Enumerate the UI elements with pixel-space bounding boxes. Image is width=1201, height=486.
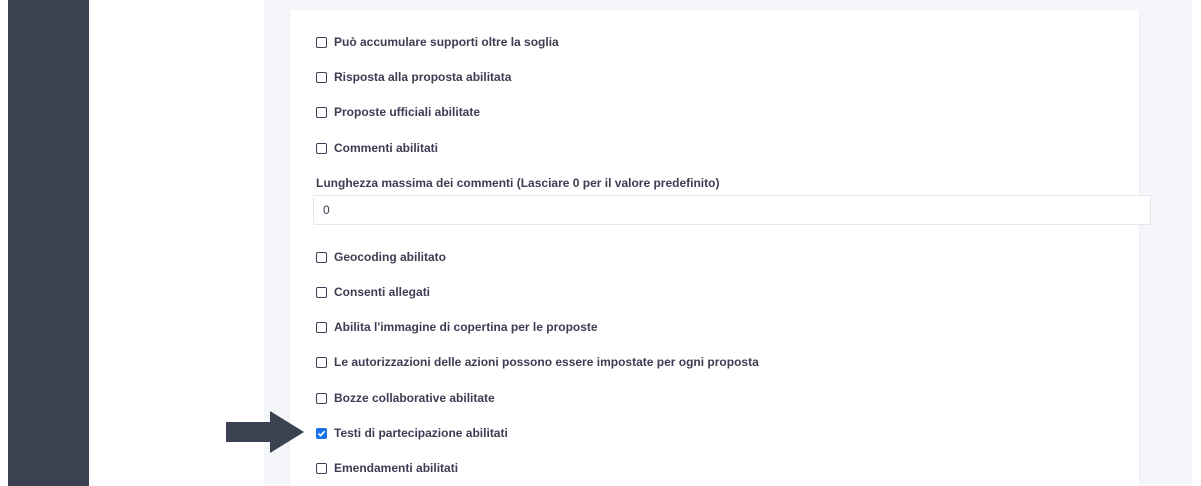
- option-official-proposals[interactable]: Proposte ufficiali abilitate: [316, 104, 480, 120]
- option-label: Emendamenti abilitati: [334, 461, 459, 475]
- option-label: Commenti abilitati: [334, 141, 439, 155]
- checkbox[interactable]: [316, 251, 327, 263]
- sidebar: [8, 0, 89, 486]
- option-participatory-texts[interactable]: Testi di partecipazione abilitati: [316, 425, 508, 441]
- checkbox[interactable]: [316, 286, 327, 298]
- option-label: Consenti allegati: [334, 285, 431, 299]
- option-action-permissions[interactable]: Le autorizzazioni delle azioni possono e…: [316, 354, 759, 370]
- option-label: Bozze collaborative abilitate: [334, 391, 495, 405]
- option-label: Le autorizzazioni delle azioni possono e…: [334, 355, 759, 369]
- checkbox[interactable]: [316, 106, 327, 118]
- option-can-accumulate-supports[interactable]: Può accumulare supporti oltre la soglia: [316, 34, 559, 50]
- option-label: Abilita l'immagine di copertina per le p…: [334, 320, 598, 334]
- checkbox[interactable]: [316, 462, 327, 474]
- checkbox[interactable]: [316, 71, 327, 83]
- option-collaborative-drafts[interactable]: Bozze collaborative abilitate: [316, 390, 495, 406]
- option-label: Geocoding abilitato: [334, 250, 447, 264]
- checkbox[interactable]: [316, 392, 327, 404]
- checkbox[interactable]: [316, 356, 327, 368]
- option-geocoding[interactable]: Geocoding abilitato: [316, 249, 446, 265]
- option-cover-image[interactable]: Abilita l'immagine di copertina per le p…: [316, 319, 598, 335]
- option-label: Risposta alla proposta abilitata: [334, 70, 512, 84]
- option-label: Testi di partecipazione abilitati: [334, 426, 508, 440]
- option-attachments[interactable]: Consenti allegati: [316, 284, 430, 300]
- checkbox[interactable]: [316, 142, 327, 154]
- checkbox-checked[interactable]: [316, 427, 327, 439]
- option-label: Può accumulare supporti oltre la soglia: [334, 35, 559, 49]
- option-proposal-answering[interactable]: Risposta alla proposta abilitata: [316, 69, 511, 85]
- checkbox[interactable]: [316, 321, 327, 333]
- option-comments-enabled[interactable]: Commenti abilitati: [316, 140, 438, 156]
- comment-length-input[interactable]: [313, 195, 1151, 225]
- arrow-right-icon: [226, 411, 304, 453]
- comment-length-label: Lunghezza massima dei commenti (Lasciare…: [316, 176, 720, 190]
- checkbox[interactable]: [316, 36, 327, 48]
- option-amendments[interactable]: Emendamenti abilitati: [316, 460, 458, 476]
- option-label: Proposte ufficiali abilitate: [334, 105, 481, 119]
